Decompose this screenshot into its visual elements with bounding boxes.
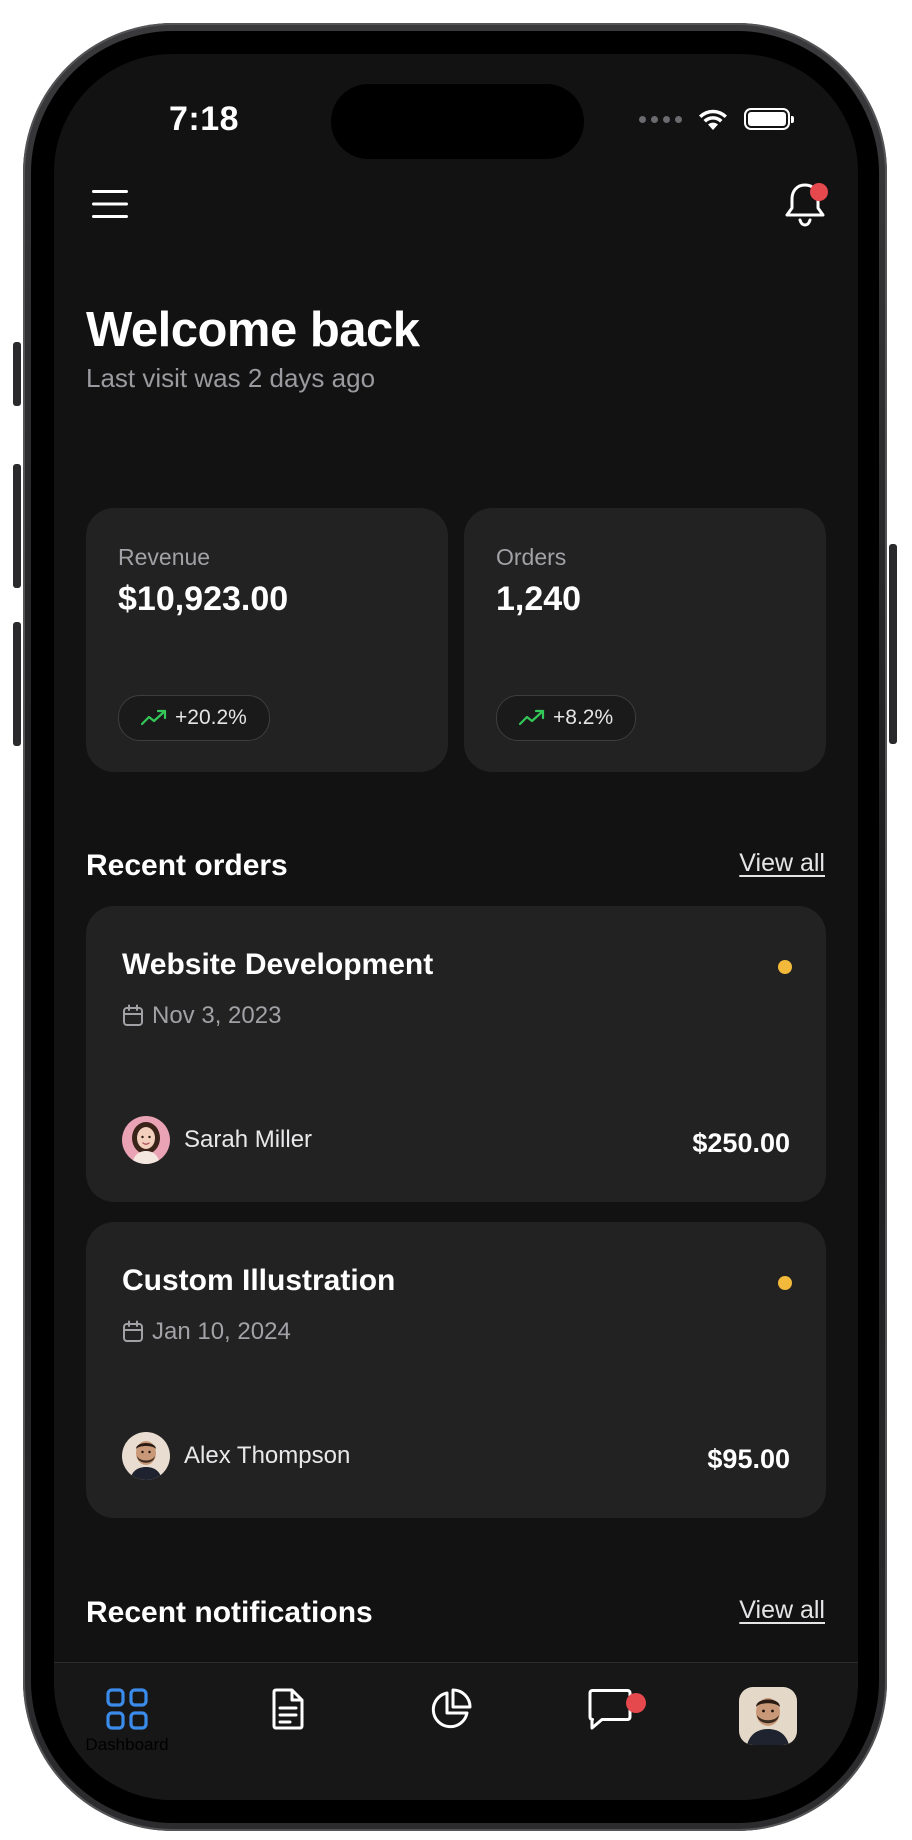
stat-label: Orders	[496, 544, 567, 570]
bottom-tab-bar: Dashboard	[54, 1662, 858, 1800]
customer-name: Alex Thompson	[184, 1442, 351, 1469]
order-card[interactable]: Custom Illustration Jan 10, 2024 Alex Th…	[86, 1222, 826, 1518]
order-amount: $95.00	[707, 1444, 790, 1474]
order-customer: Sarah Miller	[122, 1116, 312, 1164]
document-icon	[272, 1688, 304, 1730]
stat-value: 1,240	[496, 580, 582, 618]
order-title: Website Development	[122, 948, 434, 981]
battery-icon	[744, 108, 794, 130]
order-date: Jan 10, 2024	[122, 1318, 291, 1346]
order-amount: $250.00	[692, 1128, 790, 1158]
order-date-text: Nov 3, 2023	[152, 1002, 282, 1029]
trending-up-icon	[519, 709, 545, 726]
stat-value: $10,923.00	[118, 580, 289, 618]
profile-avatar	[739, 1687, 797, 1745]
tab-label: Dashboard	[85, 1735, 169, 1754]
trending-up-icon	[141, 709, 167, 726]
trend-badge: +8.2%	[496, 695, 637, 741]
tab-analytics[interactable]	[410, 1687, 490, 1757]
recent-notifications-title: Recent notifications	[86, 1596, 373, 1629]
wifi-icon	[699, 109, 727, 130]
view-all-notifications-link[interactable]: View all	[739, 1596, 825, 1625]
orders-card[interactable]: Orders 1,240 +8.2%	[464, 508, 826, 772]
page-title: Welcome back	[86, 303, 420, 357]
notification-badge	[810, 183, 828, 201]
order-status-dot	[778, 960, 792, 974]
customer-avatar	[122, 1432, 170, 1480]
hamburger-menu-icon	[92, 190, 128, 218]
status-indicators	[639, 106, 794, 132]
status-time: 7:18	[169, 100, 240, 138]
order-title: Custom Illustration	[122, 1264, 396, 1297]
order-date: Nov 3, 2023	[122, 1002, 281, 1030]
calendar-icon	[123, 1320, 143, 1342]
order-card[interactable]: Website Development Nov 3, 2023 Sarah Mi…	[86, 906, 826, 1202]
customer-avatar	[122, 1116, 170, 1164]
tab-dashboard[interactable]: Dashboard	[85, 1687, 169, 1757]
tab-messages[interactable]	[570, 1687, 650, 1757]
trend-badge: +20.2%	[118, 695, 270, 741]
view-all-orders-link[interactable]: View all	[739, 849, 825, 878]
tab-profile[interactable]	[728, 1687, 808, 1757]
customer-name: Sarah Miller	[184, 1126, 313, 1153]
dashboard-grid-icon	[106, 1688, 148, 1730]
order-customer: Alex Thompson	[122, 1432, 350, 1480]
pie-chart-icon	[431, 1688, 472, 1729]
notifications-button[interactable]	[780, 179, 830, 229]
recent-orders-title: Recent orders	[86, 849, 288, 882]
order-date-text: Jan 10, 2024	[152, 1318, 291, 1345]
menu-button[interactable]	[90, 184, 130, 224]
calendar-icon	[123, 1004, 143, 1026]
order-status-dot	[778, 1276, 792, 1290]
action-button	[13, 342, 21, 406]
tab-documents[interactable]	[248, 1687, 328, 1757]
message-icon	[588, 1689, 632, 1730]
revenue-card[interactable]: Revenue $10,923.00 +20.2%	[86, 508, 448, 772]
trend-value: +20.2%	[175, 706, 247, 729]
cellular-signal-icon	[639, 115, 682, 123]
volume-up-button	[13, 464, 21, 588]
last-visit-text: Last visit was 2 days ago	[86, 363, 376, 393]
dynamic-island	[331, 84, 584, 159]
app-screen: 7:18 Welcome back Last visit was 2 days …	[54, 54, 858, 1800]
power-button	[889, 544, 897, 744]
trend-value: +8.2%	[553, 706, 614, 729]
stat-label: Revenue	[118, 544, 211, 570]
message-badge	[626, 1693, 646, 1713]
volume-down-button	[13, 622, 21, 746]
